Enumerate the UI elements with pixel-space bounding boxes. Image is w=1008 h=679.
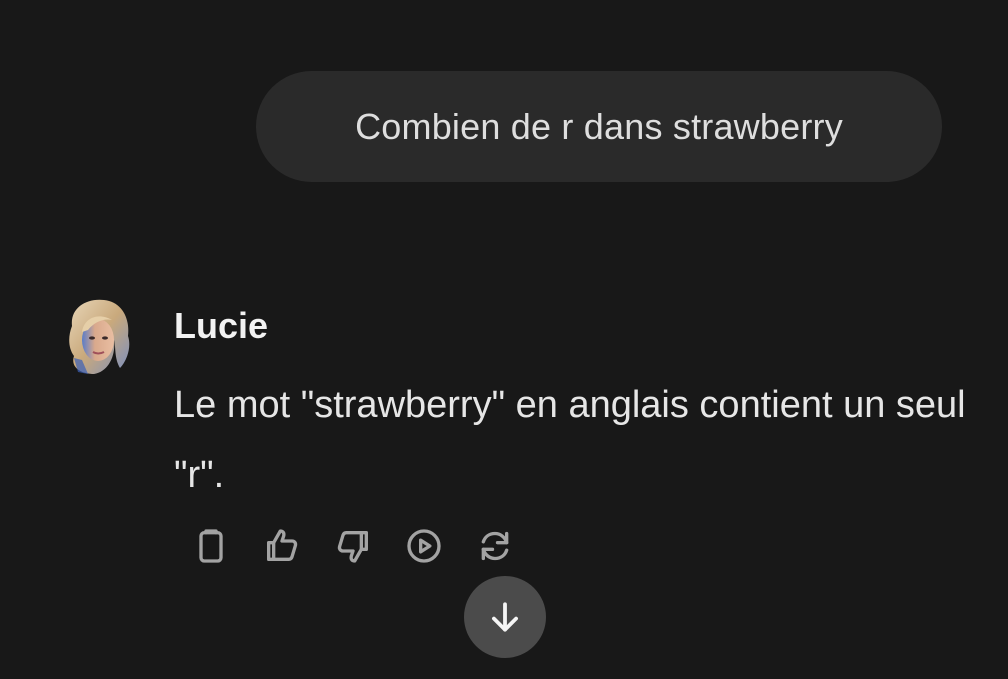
thumbs-down-icon [337,531,368,563]
user-message-bubble: Combien de r dans strawberry [256,71,942,182]
refresh-icon [481,531,509,561]
read-aloud-button[interactable] [402,524,446,568]
lucie-avatar-icon [64,296,134,376]
clipboard-icon [199,529,223,563]
user-message-text: Combien de r dans strawberry [355,105,843,147]
thumbs-up-icon [267,529,298,561]
regenerate-button[interactable] [473,524,517,568]
play-circle-icon [407,529,441,563]
chat-view: Combien de r dans strawberry Lucie Le mo… [0,0,1008,679]
copy-button[interactable] [189,524,233,568]
assistant-name: Lucie [174,305,269,346]
like-button[interactable] [260,524,304,568]
assistant-message-text: Le mot "strawberry" en anglais contient … [174,384,966,496]
dislike-button[interactable] [331,524,375,568]
message-actions-toolbar [189,522,544,570]
arrow-down-icon [492,602,518,632]
scroll-to-bottom-button[interactable] [464,576,546,658]
